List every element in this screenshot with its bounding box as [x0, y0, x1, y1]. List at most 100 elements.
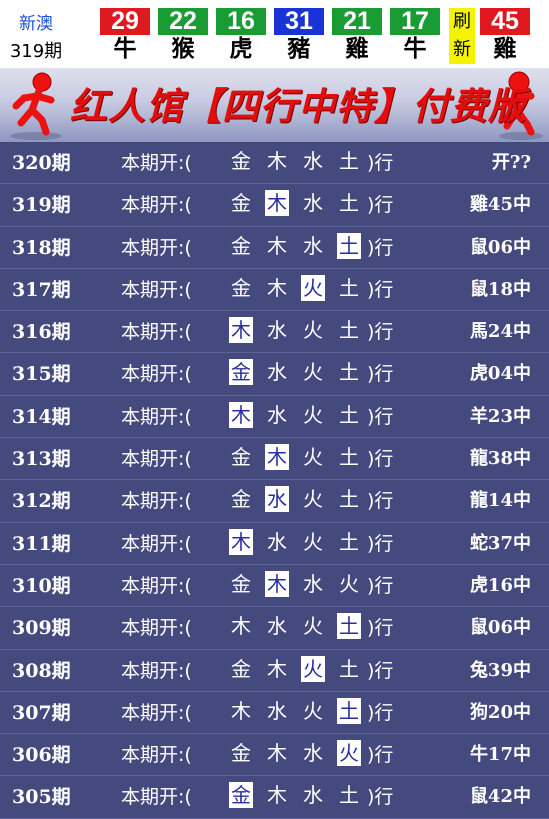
element: 火	[339, 571, 359, 596]
element: 水	[303, 571, 323, 596]
result-text: 馬24中	[469, 321, 531, 343]
issue-number: 305期	[12, 786, 71, 809]
element-highlighted: 金	[229, 782, 253, 809]
banner-title: 红人馆【四行中特】付费版	[70, 84, 526, 128]
table-row: 317期 本期开:(金木火土)行 鼠18中	[0, 269, 549, 312]
table-row: 311期 本期开:(木水火土)行 蛇37中	[0, 523, 549, 565]
element-highlighted: 木	[229, 528, 253, 555]
element-highlighted: 土	[337, 613, 361, 640]
table-row: 306期 本期开:(金木水火)行 牛17中	[0, 734, 549, 777]
element: 金	[231, 741, 251, 766]
element-highlighted: 木	[265, 190, 289, 217]
lottery-name: 新澳	[19, 14, 53, 34]
table-row: 308期 本期开:(金木火土)行 兔39中	[0, 650, 549, 692]
element: 火	[303, 529, 323, 554]
row-suffix: )行	[367, 490, 394, 513]
element: 土	[339, 149, 359, 173]
row-suffix: )行	[367, 405, 394, 428]
element-highlighted: 水	[265, 486, 289, 513]
row-label: 本期开:(	[121, 532, 192, 555]
element: 水	[303, 233, 323, 258]
row-suffix: )行	[367, 194, 394, 217]
element: 水	[303, 783, 323, 808]
element-highlighted: 火	[337, 740, 361, 767]
draw-ball-4: 31 豬	[274, 8, 324, 64]
row-label: 本期开:(	[121, 659, 192, 682]
row-label: 本期开:(	[121, 786, 192, 809]
prediction-table: 320期 本期开:(金木水土)行 开?? 319期 本期开:(金木水土)行 雞45中 318…	[0, 142, 549, 819]
result-text: 鼠06中	[469, 617, 531, 639]
element: 土	[339, 656, 359, 681]
element: 土	[339, 360, 359, 385]
element: 土	[339, 487, 359, 512]
table-row: 305期 本期开:( 金木水土 )行 鼠42中	[0, 776, 549, 819]
result-text: 龍14中	[469, 490, 531, 512]
row-suffix: )行	[367, 152, 394, 174]
row-suffix: )行	[367, 448, 394, 471]
result-text: 鼠18中	[469, 278, 531, 300]
table-row: 313期 本期开:(金木火土)行 龍38中	[0, 438, 549, 481]
result-text: 鼠42中	[469, 786, 531, 808]
issue-number: 310期	[12, 574, 71, 597]
element-highlighted: 土	[337, 232, 361, 259]
ball-number: 22	[158, 8, 208, 35]
row-label: 本期开:(	[121, 744, 192, 767]
issue-number: 318期	[12, 236, 71, 259]
ball-number: 16	[216, 8, 266, 35]
element: 土	[339, 783, 359, 808]
row-label: 本期开:(	[121, 278, 192, 301]
element: 木	[231, 698, 251, 723]
element: 火	[303, 445, 323, 470]
element-highlighted: 火	[301, 274, 325, 301]
row-label: 本期开:(	[121, 448, 192, 471]
element: 木	[267, 783, 287, 808]
draw-ball-6: 17 牛	[390, 8, 440, 64]
issue-number: 320期	[12, 152, 71, 174]
special-ball: 45 雞	[480, 8, 530, 64]
table-row: 315期 本期开:(金水火土)行 虎04中	[0, 353, 549, 396]
issue-number: 306期	[12, 744, 71, 767]
row-suffix: )行	[367, 363, 394, 386]
ball-zodiac: 牛	[113, 36, 137, 62]
element-highlighted: 木	[229, 317, 253, 344]
row-suffix: )行	[367, 321, 394, 344]
issue-number: 319期	[12, 194, 71, 217]
issue-number: 316期	[12, 321, 71, 344]
element: 水	[267, 360, 287, 385]
element: 水	[267, 318, 287, 343]
table-row: 307期 本期开:(木水火土)行 狗20中	[0, 692, 549, 735]
element: 土	[339, 529, 359, 554]
draw-results-header: 新澳 319期开 29 牛 22 猴 16 虎 31 豬 21 雞 17 牛 刷…	[0, 0, 549, 88]
element: 火	[303, 360, 323, 385]
element: 木	[231, 614, 251, 639]
element: 水	[303, 741, 323, 766]
issue-number: 309期	[12, 617, 71, 640]
row-suffix: )行	[367, 744, 394, 767]
table-row: 320期 本期开:(金木水土)行 开??	[0, 142, 549, 185]
result-text: 龍38中	[469, 448, 531, 470]
ball-zodiac: 猴	[171, 36, 195, 62]
element: 水	[267, 402, 287, 427]
ball-number: 45	[480, 8, 530, 35]
ball-number: 29	[100, 8, 150, 35]
table-row: 314期 本期开:(木水火土)行 羊23中	[0, 396, 549, 439]
refresh-button[interactable]: 刷 新	[449, 8, 475, 64]
ball-number: 21	[332, 8, 382, 35]
row-label: 本期开:(	[121, 405, 192, 428]
row-suffix: )行	[367, 786, 394, 809]
element: 金	[231, 445, 251, 470]
row-label: 本期开:(	[121, 194, 192, 217]
element: 土	[339, 318, 359, 343]
row-label: 本期开:(	[121, 236, 192, 259]
element: 水	[267, 529, 287, 554]
element-highlighted: 木	[265, 570, 289, 597]
table-row: 318期 本期开:(金木水土)行 鼠06中	[0, 227, 549, 269]
row-suffix: )行	[367, 617, 394, 640]
row-label: 本期开:(	[121, 152, 192, 174]
result-text: 开??	[491, 152, 531, 173]
result-text: 兔39中	[469, 659, 531, 681]
issue-number: 315期	[12, 363, 71, 386]
row-label: 本期开:(	[121, 490, 192, 513]
element-highlighted: 木	[265, 444, 289, 471]
result-text: 牛17中	[469, 744, 531, 766]
